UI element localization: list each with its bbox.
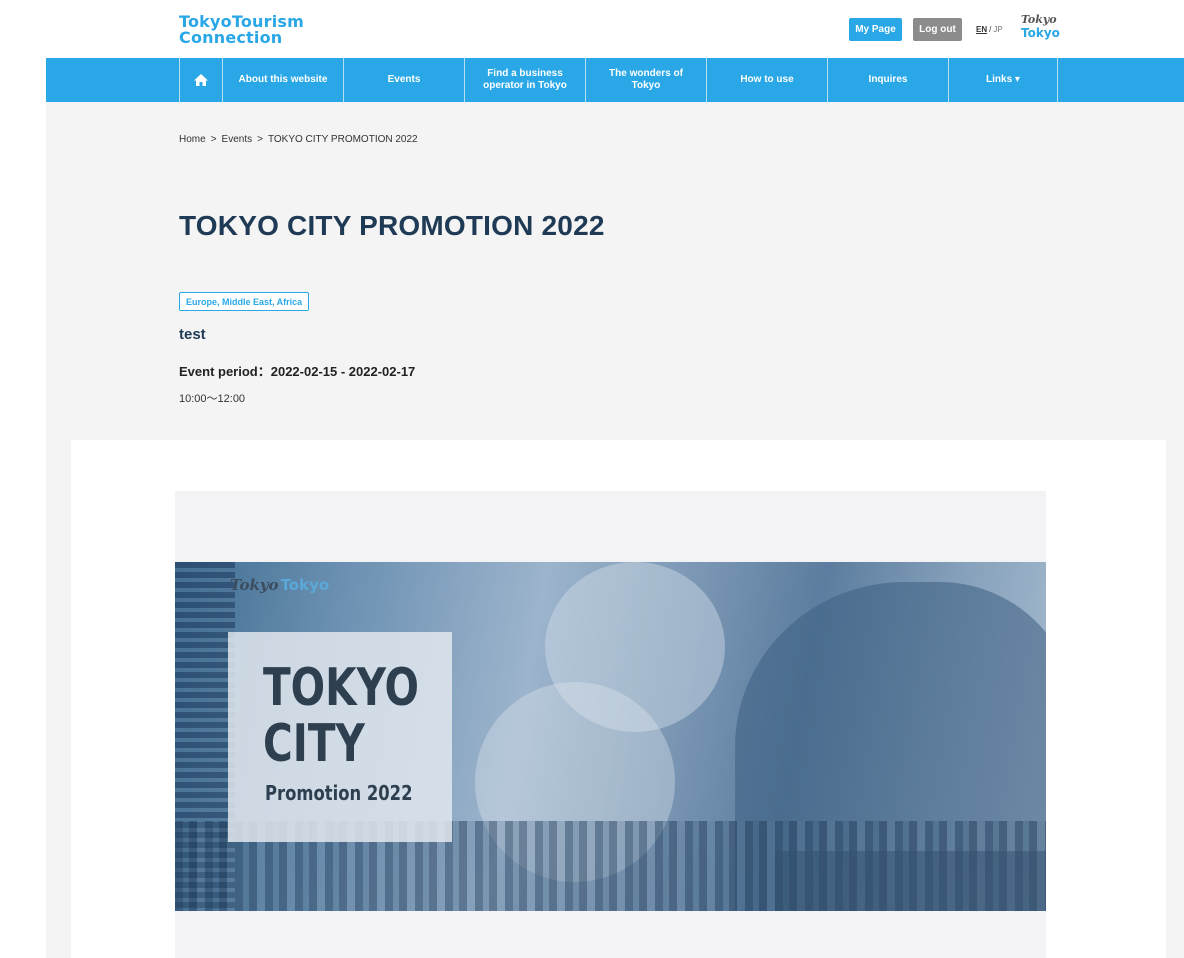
banner-logo-script: Tokyo [230,576,279,594]
site-logo[interactable]: TokyoTourism Connection [179,14,304,46]
tokyo-tokyo-logo-text: Tokyo [1021,26,1060,40]
nav-find-business[interactable]: Find a business operator in Tokyo [464,58,585,102]
header-actions: My Page Log out EN / JP [849,18,1003,41]
nav-events[interactable]: Events [343,58,464,102]
lang-jp-link[interactable]: JP [993,25,1002,34]
nav-links[interactable]: Links ▾ [948,58,1058,102]
lang-separator: / [989,25,992,34]
region-tag: Europe, Middle East, Africa [179,292,310,311]
my-page-button[interactable]: My Page [849,18,902,41]
banner-title-line-3: Promotion 2022 [265,781,413,805]
banner-logo-text: Tokyo [280,576,330,594]
log-out-button[interactable]: Log out [913,18,962,41]
breadcrumb-separator: > [210,134,217,145]
lang-en-link[interactable]: EN [976,25,987,34]
site-header: TokyoTourism Connection My Page Log out … [0,0,1184,58]
event-time: 10:00〜12:00 [179,393,246,405]
event-period: Event period：2022-02-15 - 2022-02-17 [179,364,416,379]
nav-how-to-use[interactable]: How to use [706,58,827,102]
breadcrumb-current: TOKYO CITY PROMOTION 2022 [267,134,418,145]
nav-home[interactable] [179,58,222,102]
breadcrumb: Home > Events > TOKYO CITY PROMOTION 202… [179,134,418,145]
tokyo-tokyo-logo-script: Tokyo [1021,13,1057,26]
nav-wonders[interactable]: The wonders of Tokyo [585,58,706,102]
logo-line-2: Connection [179,28,283,47]
tokyo-tokyo-logo[interactable]: Tokyo Tokyo [1021,14,1061,44]
nav-about[interactable]: About this website [222,58,343,102]
main-nav: About this website Events Find a busines… [46,58,1184,102]
event-subtitle: test [179,326,206,343]
banner-title-line-2: CITY [263,714,365,774]
breadcrumb-home[interactable]: Home [179,134,206,145]
page-title: TOKYO CITY PROMOTION 2022 [179,210,605,241]
breadcrumb-separator: > [257,134,263,145]
event-banner-image: Tokyo Tokyo TOKYO CITY Promotion 2022 [175,562,1046,911]
nav-items: About this website Events Find a busines… [179,58,1058,102]
banner-title-line-1: TOKYO [263,658,419,718]
language-switcher: EN / JP [976,25,1003,34]
banner-cityscape [775,851,1046,911]
home-icon [194,74,208,86]
banner-title-box: TOKYO CITY Promotion 2022 [228,632,452,842]
banner-logo: Tokyo Tokyo [230,576,329,594]
breadcrumb-events[interactable]: Events [222,134,253,145]
nav-inquires[interactable]: Inquires [827,58,948,102]
